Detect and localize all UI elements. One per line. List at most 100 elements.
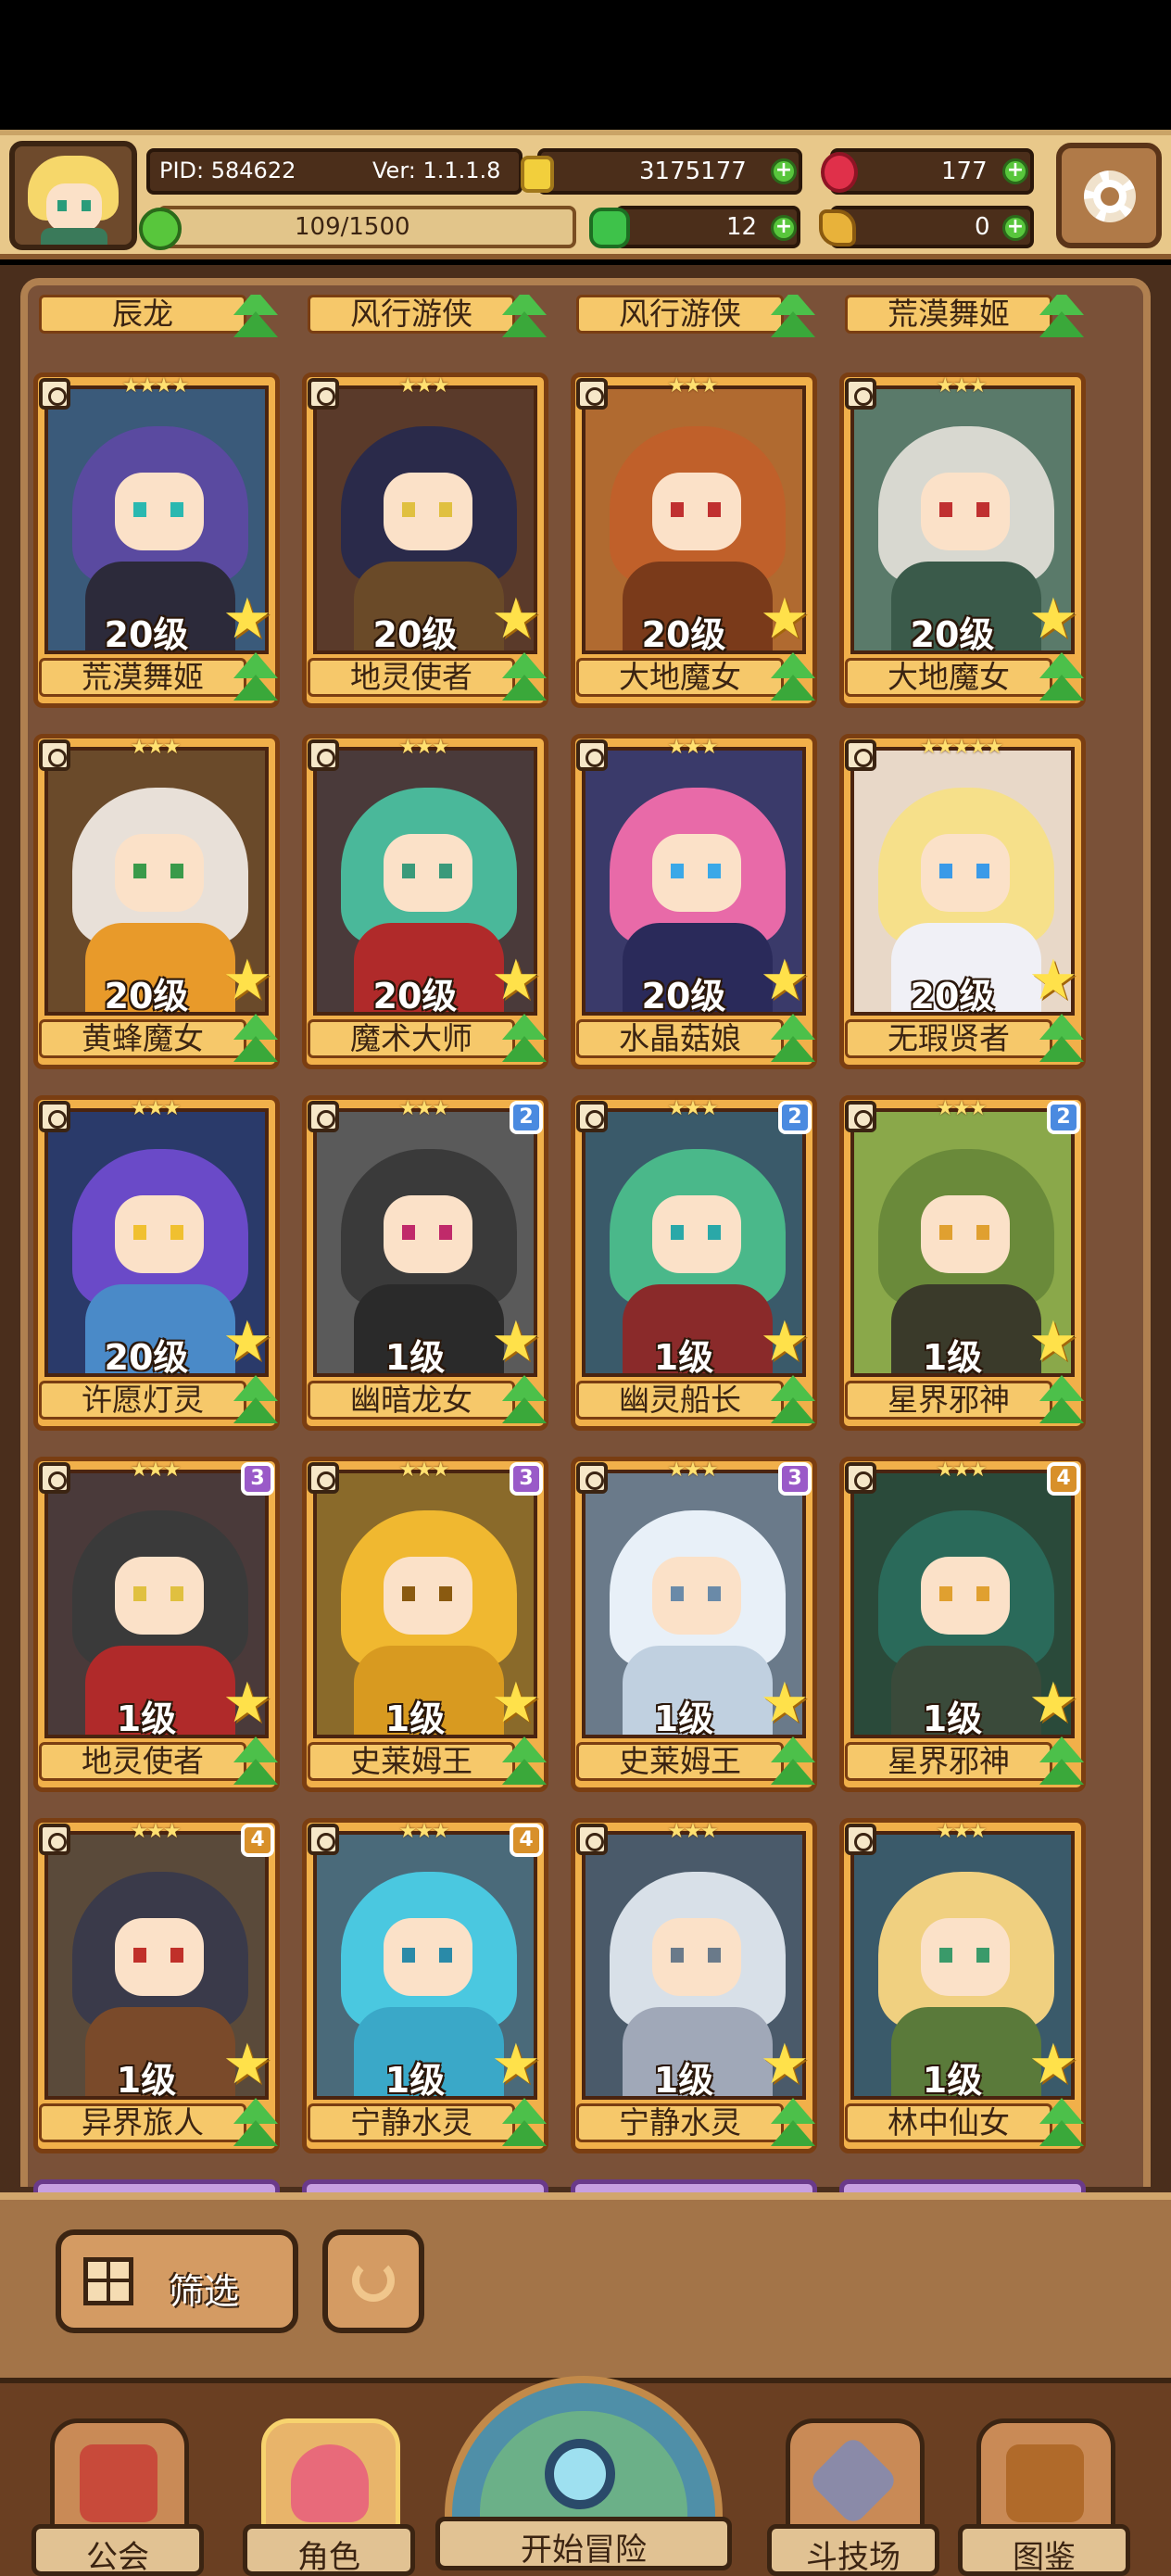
character-card[interactable]: ★★★ 3 1级 ★ 地灵使者: [33, 1457, 280, 1792]
player-id: PID: 584622: [159, 158, 296, 183]
character-card[interactable]: ★★★ 20级 ★ 大地魔女: [571, 373, 817, 708]
character-card[interactable]: ★★★★★ 20级 ★ 无瑕贤者: [839, 734, 1086, 1069]
portrait-eye: [439, 1586, 452, 1601]
portrait-eye: [939, 1225, 952, 1240]
portrait-eye: [939, 502, 952, 517]
star-icon: ★: [1028, 2032, 1078, 2097]
character-face-icon: [291, 2444, 369, 2522]
upgrade-arrow-icon: [232, 650, 280, 704]
portrait-eye: [976, 1586, 989, 1601]
character-card[interactable]: ★★★ 3 1级 ★ 史莱姆王: [571, 1457, 817, 1792]
portrait-face: [921, 473, 1010, 550]
portrait-eye: [402, 502, 415, 517]
portrait-eye: [671, 1948, 684, 1963]
card-name: 异界旅人: [39, 2103, 246, 2142]
player-avatar[interactable]: [9, 141, 137, 250]
rarity-stars: ★★★: [130, 1458, 181, 1482]
card-level: 1级: [384, 1698, 446, 1739]
avatar-eye: [82, 200, 91, 211]
filter-button[interactable]: 筛选: [56, 2229, 298, 2333]
rarity-stars: ★★★: [398, 1458, 449, 1482]
portrait-face: [384, 1195, 472, 1273]
portrait-face: [115, 1557, 204, 1635]
portrait-eye: [976, 1225, 989, 1240]
star-icon: ★: [1028, 1309, 1078, 1374]
portrait-eye: [439, 864, 452, 878]
partial-card[interactable]: 风行游侠: [571, 295, 817, 337]
character-card[interactable]: ★★★ 20级 ★ 魔术大师: [302, 734, 548, 1069]
refresh-button[interactable]: [322, 2229, 424, 2333]
character-card[interactable]: ★★★ 2 1级 ★ 幽暗龙女: [302, 1095, 548, 1431]
awakening-badge: 4: [1047, 1462, 1080, 1496]
add-clover-button[interactable]: +: [771, 215, 797, 241]
rarity-stars: ★★★: [398, 736, 449, 759]
character-card[interactable]: ★★★ 20级 ★ 水晶菇娘: [571, 734, 817, 1069]
exp-icon: [139, 208, 182, 250]
partial-card[interactable]: 荒漠舞姬: [839, 295, 1086, 337]
portrait-eye: [439, 502, 452, 517]
portrait-eye: [939, 1948, 952, 1963]
character-card[interactable]: ★★★ 1级 ★ 宁静水灵: [571, 1818, 817, 2153]
star-icon: ★: [1028, 948, 1078, 1013]
nav-arena[interactable]: 斗技场: [767, 2418, 939, 2576]
portrait-eye: [939, 1586, 952, 1601]
character-card[interactable]: ★★★ 4 1级 ★ 异界旅人: [33, 1818, 280, 2153]
character-card[interactable]: ★★★ 4 1级 ★ 宁静水灵: [302, 1818, 548, 2153]
start-adventure-button[interactable]: 开始冒险: [435, 2376, 732, 2576]
upgrade-arrow-icon: [232, 1373, 280, 1427]
star-icon: ★: [760, 587, 810, 651]
card-name: 史莱姆王: [576, 1742, 784, 1781]
rarity-stars: ★★★: [130, 1097, 181, 1120]
add-keys-button[interactable]: +: [1002, 215, 1028, 241]
character-card[interactable]: ★★★ 20级 ★ 黄蜂魔女: [33, 734, 280, 1069]
portrait-eye: [976, 502, 989, 517]
character-card[interactable]: ★★★ 4 1级 ★ 星界邪神: [839, 1457, 1086, 1792]
partial-card[interactable]: 风行游侠: [302, 295, 548, 337]
portrait-eye: [133, 1586, 146, 1601]
nav-codex[interactable]: 图鉴: [958, 2418, 1130, 2576]
portrait-eye: [439, 1225, 452, 1240]
portrait-eye: [708, 864, 721, 878]
key-amount: 0: [975, 213, 990, 241]
card-name: 无瑕贤者: [845, 1019, 1052, 1058]
upgrade-arrow-icon: [769, 2096, 817, 2150]
card-level: 1级: [922, 1337, 983, 1378]
character-grid[interactable]: 辰龙 风行游侠 风行游侠 荒漠舞姬 ★★★★ 20级 ★ 荒漠舞姬 ★★★ 20级 ★ 地灵使者 ★★…: [28, 295, 1143, 2194]
rarity-stars: ★★★: [936, 374, 987, 398]
upgrade-arrow-icon: [1038, 1012, 1086, 1066]
class-icon: [576, 1462, 608, 1494]
rarity-stars: ★★★★★: [919, 736, 1004, 759]
character-card[interactable]: ★★★ 20级 ★ 大地魔女: [839, 373, 1086, 708]
adventure-label: 开始冒险: [521, 2532, 647, 2569]
add-gems-button[interactable]: +: [1002, 158, 1028, 184]
character-card[interactable]: ★★★ 20级 ★ 许愿灯灵: [33, 1095, 280, 1431]
nav-characters[interactable]: 角色: [243, 2418, 415, 2576]
portrait-eye: [671, 864, 684, 878]
avatar-face: [46, 183, 102, 232]
settings-button[interactable]: [1056, 143, 1162, 248]
rarity-stars: ★★★: [398, 1820, 449, 1843]
card-level: 20级: [641, 614, 726, 655]
character-card[interactable]: ★★★ 3 1级 ★ 史莱姆王: [302, 1457, 548, 1792]
partial-card[interactable]: 辰龙: [33, 295, 280, 337]
grid-filter-icon: [83, 2257, 133, 2305]
class-icon: [845, 1101, 876, 1132]
star-icon: ★: [760, 1309, 810, 1374]
rarity-stars: ★★★: [667, 374, 718, 398]
character-card[interactable]: ★★★★ 20级 ★ 荒漠舞姬: [33, 373, 280, 708]
portrait-eye: [170, 502, 183, 517]
upgrade-arrow-icon: [1038, 1735, 1086, 1788]
class-icon: [576, 739, 608, 771]
character-card[interactable]: ★★★ 1级 ★ 林中仙女: [839, 1818, 1086, 2153]
add-gold-button[interactable]: +: [771, 158, 797, 184]
character-card[interactable]: ★★★ 20级 ★ 地灵使者: [302, 373, 548, 708]
character-card[interactable]: ★★★ 2 1级 ★ 幽灵船长: [571, 1095, 817, 1431]
card-name: 大地魔女: [576, 658, 784, 697]
portrait-eye: [708, 502, 721, 517]
nav-guild[interactable]: 公会: [31, 2418, 204, 2576]
character-card[interactable]: ★★★ 2 1级 ★ 星界邪神: [839, 1095, 1086, 1431]
card-level: 20级: [104, 614, 189, 655]
avatar-body: [41, 228, 107, 245]
portrait-eye: [402, 1586, 415, 1601]
portrait-eye: [671, 502, 684, 517]
